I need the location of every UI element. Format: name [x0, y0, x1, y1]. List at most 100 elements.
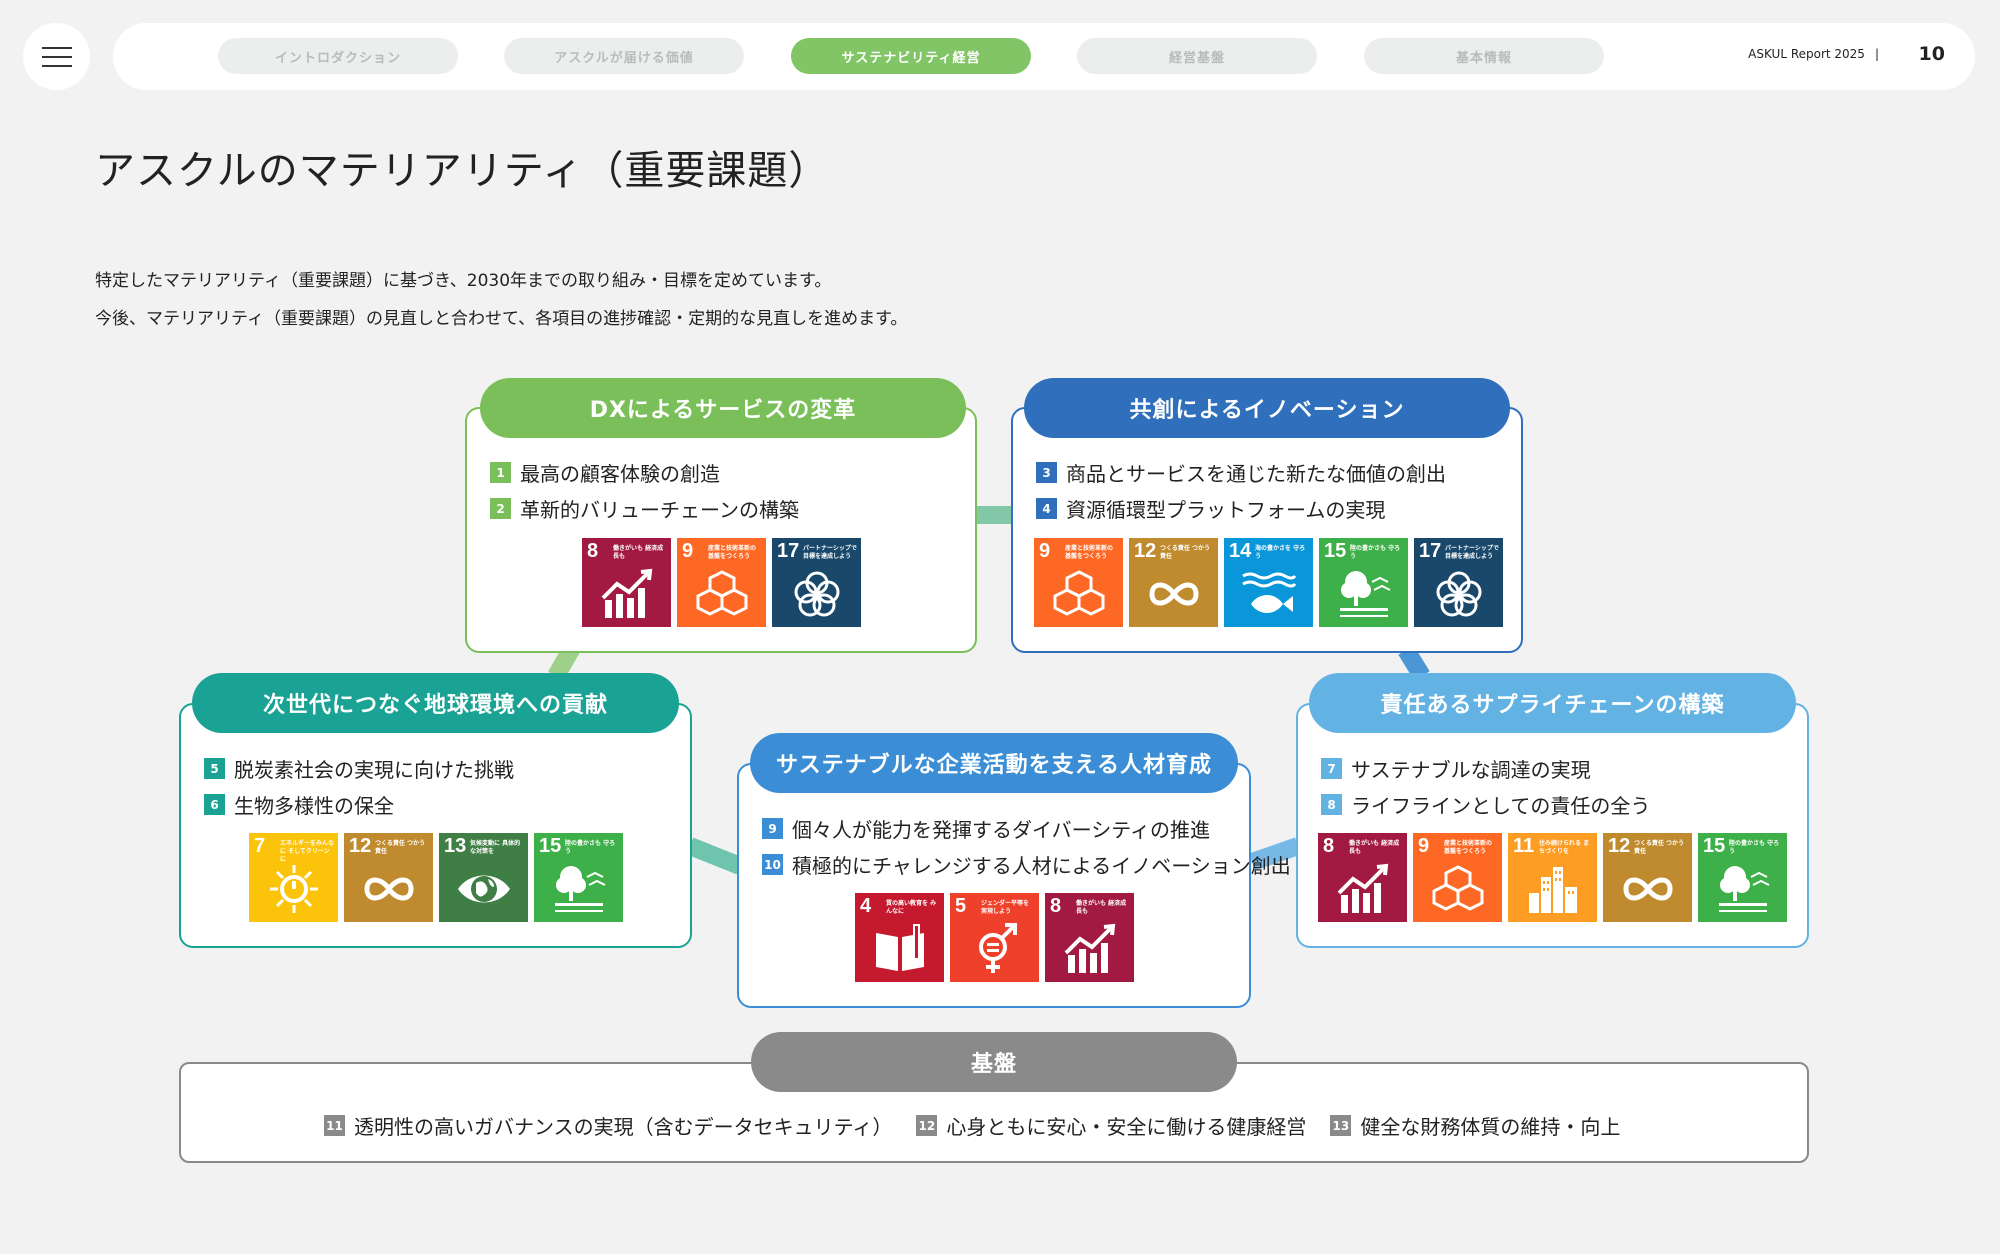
gender-icon: 5 ジェンダー平等を 実現しよう — [950, 893, 1039, 982]
infinity-icon: 12 つくる責任 つかう責任 — [1603, 833, 1692, 922]
sdg-number: 12 — [349, 835, 372, 857]
item-text: 健全な財務体質の維持・向上 — [1360, 1115, 1621, 1139]
item-number: 12 — [916, 1115, 938, 1136]
item-number: 2 — [490, 498, 511, 519]
sdg-label: 産業と技術革新の 基盤をつくろう — [1444, 840, 1493, 855]
infinity-icon: 12 つくる責任 つかう責任 — [1129, 538, 1218, 627]
sdg-number: 9 — [1418, 835, 1430, 857]
eye-globe-icon: 13 気候変動に 具体的な対策を — [439, 833, 528, 922]
item-text: ライフラインとしての責任の全う — [1351, 794, 1651, 818]
sdg-number: 15 — [1324, 540, 1347, 562]
people-sdg-icons: 4 質の高い教育を みんなに 5 ジェンダー平等を 実現しよう 8 働きがいも 経済成長も — [855, 893, 1134, 982]
sdg-number: 9 — [1039, 540, 1051, 562]
sdg-label: パートナーシップで 目標を達成しよう — [1445, 545, 1499, 560]
cocreation-group-title: 共創によるイノベーション — [1024, 378, 1510, 438]
materiality-item: 12 心身ともに安心・安全に働ける健康経営 — [916, 1111, 1306, 1140]
sdg-label: 働きがいも 経済成長も — [613, 545, 664, 560]
sdg-label: つくる責任 つかう責任 — [1634, 840, 1684, 855]
tree-icon: 15 陸の豊かさも 守ろう — [1319, 538, 1408, 627]
sdg-number: 7 — [254, 835, 266, 857]
sdg-number: 8 — [587, 540, 599, 562]
sdg-label: ジェンダー平等を 実現しよう — [981, 900, 1030, 915]
materiality-item: 13 健全な財務体質の維持・向上 — [1330, 1111, 1620, 1140]
materiality-item: 1 最高の顧客体験の創造 — [490, 458, 720, 487]
growth-chart-icon: 8 働きがいも 経済成長も — [1045, 893, 1134, 982]
sdg-number: 12 — [1608, 835, 1631, 857]
materiality-item: 8 ライフラインとしての責任の全う — [1321, 790, 1650, 819]
sdg-number: 9 — [682, 540, 694, 562]
materiality-item: 11 透明性の高いガバナンスの実現（含むデータセキュリティ） — [324, 1111, 892, 1140]
sdg-number: 14 — [1229, 540, 1252, 562]
sdg-number: 13 — [444, 835, 467, 857]
materiality-item: 6 生物多様性の保全 — [204, 790, 394, 819]
growth-chart-icon: 8 働きがいも 経済成長も — [582, 538, 671, 627]
base-items-row: 11 透明性の高いガバナンスの実現（含むデータセキュリティ） 12 心身ともに安心・… — [324, 1111, 1644, 1140]
item-number: 5 — [204, 758, 225, 779]
item-number: 11 — [324, 1115, 345, 1136]
flower-rings-icon: 17 パートナーシップで 目標を達成しよう — [772, 538, 861, 627]
sdg-number: 15 — [539, 835, 562, 857]
materiality-item: 3 商品とサービスを通じた新たな価値の創出 — [1036, 458, 1446, 487]
sdg-number: 4 — [860, 895, 872, 917]
sdg-label: 海の豊かさを 守ろう — [1255, 545, 1306, 560]
sdg-label: エネルギーをみんなに そしてクリーンに — [280, 840, 335, 863]
fish-icon: 14 海の豊かさを 守ろう — [1224, 538, 1313, 627]
environment-group-title: 次世代につなぐ地球環境への貢献 — [192, 673, 679, 733]
item-text: 透明性の高いガバナンスの実現（含むデータセキュリティ） — [354, 1115, 893, 1139]
sdg-number: 17 — [1419, 540, 1442, 562]
tree-icon: 15 陸の豊かさも 守ろう — [1698, 833, 1787, 922]
item-text: 革新的バリューチェーンの構築 — [520, 498, 799, 522]
item-number: 7 — [1321, 758, 1342, 779]
sdg-number: 11 — [1513, 835, 1535, 857]
book-icon: 4 質の高い教育を みんなに — [855, 893, 944, 982]
item-number: 6 — [204, 794, 225, 815]
materiality-item: 7 サステナブルな調達の実現 — [1321, 754, 1591, 783]
sdg-label: 陸の豊かさも 守ろう — [1350, 545, 1401, 560]
sdg-label: 陸の豊かさも 守ろう — [1729, 840, 1780, 855]
growth-chart-icon: 8 働きがいも 経済成長も — [1318, 833, 1407, 922]
sdg-label: 気候変動に 具体的な対策を — [470, 840, 521, 855]
sdg-label: 働きがいも 経済成長も — [1076, 900, 1127, 915]
item-text: 最高の顧客体験の創造 — [520, 462, 720, 486]
sdg-label: つくる責任 つかう責任 — [375, 840, 425, 855]
materiality-item: 5 脱炭素社会の実現に向けた挑戦 — [204, 754, 514, 783]
materiality-item: 2 革新的バリューチェーンの構築 — [490, 494, 799, 523]
item-text: 個々人が能力を発揮するダイバーシティの推進 — [792, 818, 1210, 842]
item-number: 9 — [762, 818, 783, 839]
dx-sdg-icons: 8 働きがいも 経済成長も 9 産業と技術革新の 基盤をつくろう 17 パートナーシップで… — [582, 538, 861, 627]
materiality-item: 10 積極的にチャレンジする人材によるイノベーション創出 — [762, 850, 1291, 879]
item-text: 脱炭素社会の実現に向けた挑戦 — [234, 758, 514, 782]
sdg-label: パートナーシップで 目標を達成しよう — [803, 545, 857, 560]
tree-icon: 15 陸の豊かさも 守ろう — [534, 833, 623, 922]
sdg-number: 15 — [1703, 835, 1726, 857]
materiality-item: 4 資源循環型プラットフォームの実現 — [1036, 494, 1385, 523]
sdg-number: 12 — [1134, 540, 1157, 562]
sun-power-icon: 7 エネルギーをみんなに そしてクリーンに — [249, 833, 338, 922]
sdg-label: つくる責任 つかう責任 — [1160, 545, 1210, 560]
base-group-title: 基盤 — [751, 1032, 1237, 1092]
sdg-label: 産業と技術革新の 基盤をつくろう — [708, 545, 757, 560]
item-number: 4 — [1036, 498, 1057, 519]
infinity-icon: 12 つくる責任 つかう責任 — [344, 833, 433, 922]
people-group-title: サステナブルな企業活動を支える人材育成 — [750, 733, 1238, 793]
item-number: 1 — [490, 462, 511, 483]
sdg-number: 17 — [777, 540, 800, 562]
flower-rings-icon: 17 パートナーシップで 目標を達成しよう — [1414, 538, 1503, 627]
cubes-icon: 9 産業と技術革新の 基盤をつくろう — [677, 538, 766, 627]
sdg-label: 産業と技術革新の 基盤をつくろう — [1065, 545, 1114, 560]
sdg-number: 8 — [1050, 895, 1062, 917]
materiality-item: 9 個々人が能力を発揮するダイバーシティの推進 — [762, 814, 1210, 843]
dx-group-title: DXによるサービスの変革 — [480, 378, 966, 438]
item-text: 心身ともに安心・安全に働ける健康経営 — [946, 1115, 1307, 1139]
sdg-label: 働きがいも 経済成長も — [1349, 840, 1400, 855]
item-number: 8 — [1321, 794, 1342, 815]
cubes-icon: 9 産業と技術革新の 基盤をつくろう — [1413, 833, 1502, 922]
environment-sdg-icons: 7 エネルギーをみんなに そしてクリーンに 12 つくる責任 つかう責任 13 気候変動に… — [249, 833, 623, 922]
supply-group-title: 責任あるサプライチェーンの構築 — [1309, 673, 1796, 733]
cocreation-sdg-icons: 9 産業と技術革新の 基盤をつくろう 12 つくる責任 つかう責任 14 海の豊かさを 守… — [1034, 538, 1503, 627]
item-text: 生物多様性の保全 — [234, 794, 394, 818]
sdg-number: 8 — [1323, 835, 1335, 857]
sdg-label: 質の高い教育を みんなに — [886, 900, 937, 915]
supply-sdg-icons: 8 働きがいも 経済成長も 9 産業と技術革新の 基盤をつくろう 11 住み続けられる ま… — [1318, 833, 1787, 922]
item-number: 3 — [1036, 462, 1057, 483]
